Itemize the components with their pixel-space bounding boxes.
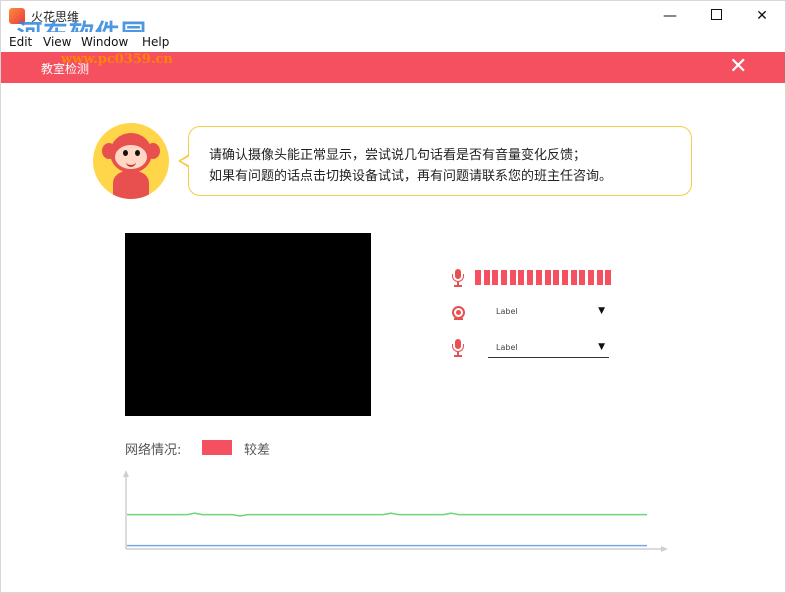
dropdown-arrow-icon: ▼: [598, 342, 605, 352]
instruction-line-2: 如果有问题的话点击切换设备试试，再有问题请联系您的班主任咨询。: [209, 169, 613, 184]
volume-segment: [544, 270, 551, 285]
chart-series-0: [127, 512, 647, 517]
window-close-button[interactable]: ✕: [739, 1, 785, 32]
camera-icon: [452, 306, 465, 320]
instruction-bubble: 请确认摄像头能正常显示，尝试说几句话看是否有音量变化反馈； 如果有问题的话点击切…: [188, 126, 692, 196]
volume-segment: [475, 270, 481, 285]
network-status: 较差: [244, 443, 271, 458]
volume-segment: [483, 270, 490, 285]
camera-device-select[interactable]: Label ▼: [488, 305, 609, 321]
menu-view[interactable]: View: [43, 35, 71, 49]
monkey-mascot-avatar: [93, 123, 169, 199]
maximize-button[interactable]: [693, 1, 739, 32]
menu-bar: Edit View Window Help: [1, 32, 785, 52]
x-axis-arrow: [661, 546, 668, 552]
watermark-url: www.pc0359.cn: [61, 52, 173, 67]
y-axis-arrow: [123, 470, 129, 477]
volume-segment: [587, 270, 594, 285]
microphone-icon: [452, 269, 464, 287]
volume-segment: [596, 270, 603, 285]
volume-segment: [553, 270, 560, 285]
maximize-icon: [710, 9, 722, 20]
camera-select-value: Label: [496, 307, 518, 316]
volume-segment: [527, 270, 534, 285]
microphone-device-select[interactable]: Label ▼: [488, 341, 609, 358]
mic-volume-meter: [475, 270, 612, 285]
microphone-icon: [452, 339, 464, 357]
volume-segment: [492, 270, 499, 285]
volume-segment: [605, 270, 612, 285]
minimize-button[interactable]: —: [647, 1, 693, 32]
volume-segment: [570, 270, 577, 285]
volume-segment: [518, 270, 525, 285]
volume-segment: [561, 270, 568, 285]
volume-segment: [501, 270, 508, 285]
dropdown-arrow-icon: ▼: [598, 306, 605, 316]
instruction-line-1: 请确认摄像头能正常显示，尝试说几句话看是否有音量变化反馈；: [209, 148, 587, 163]
dialog-close-button[interactable]: ✕: [729, 55, 747, 79]
menu-window[interactable]: Window: [81, 35, 128, 49]
network-quality-chart: [123, 470, 668, 552]
camera-preview: [125, 233, 371, 416]
volume-segment: [579, 270, 586, 285]
menu-help[interactable]: Help: [142, 35, 169, 49]
mic-select-value: Label: [496, 343, 518, 352]
volume-segment: [535, 270, 542, 285]
network-label: 网络情况:: [125, 443, 182, 458]
volume-segment: [509, 270, 516, 285]
title-bar: 火花思维 河东软件园 — ✕: [1, 1, 785, 48]
network-status-swatch: [202, 440, 232, 455]
menu-edit[interactable]: Edit: [9, 35, 32, 49]
